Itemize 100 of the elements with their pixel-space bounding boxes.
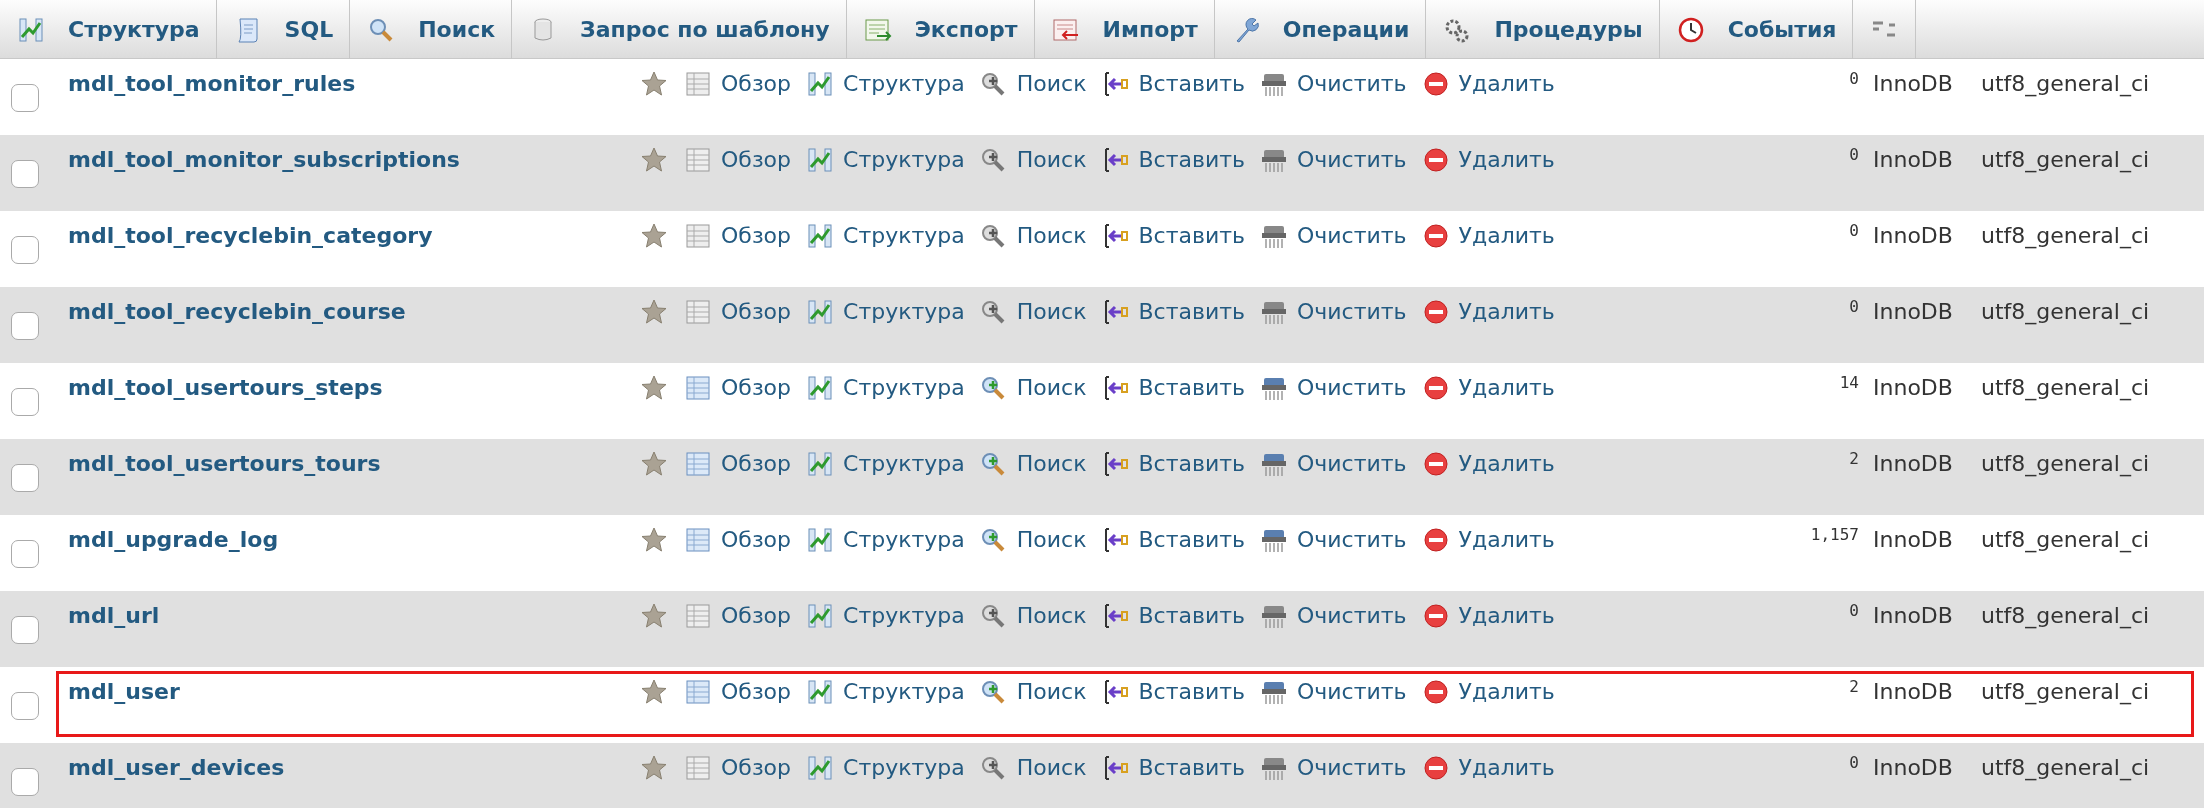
action-link[interactable]: Очистить: [1258, 447, 1407, 480]
row-count: 0: [1848, 220, 1859, 242]
row-checkbox[interactable]: [11, 160, 39, 188]
table-name-link[interactable]: mdl_url: [68, 599, 639, 632]
table-name-link[interactable]: mdl_user_devices: [68, 751, 639, 784]
action-link[interactable]: Очистить: [1258, 295, 1407, 328]
collation-text: utf8_general_ci: [1981, 678, 2150, 707]
action-link[interactable]: Вставить: [1100, 143, 1245, 176]
collation-text: utf8_general_ci: [1981, 298, 2150, 327]
action-link[interactable]: Поиск: [978, 523, 1087, 556]
action-link[interactable]: Удалить: [1420, 371, 1555, 404]
action-link[interactable]: Удалить: [1420, 675, 1555, 708]
engine-text: InnoDB: [1872, 450, 1954, 478]
action-link[interactable]: Поиск: [978, 219, 1087, 252]
action-link[interactable]: Удалить: [1420, 447, 1555, 480]
action-link[interactable]: Очистить: [1258, 751, 1407, 784]
collation-text: utf8_general_ci: [1981, 526, 2150, 555]
action-link[interactable]: Очистить: [1258, 67, 1407, 100]
row-checkbox[interactable]: [11, 692, 39, 720]
action-link[interactable]: Поиск: [978, 675, 1087, 708]
action-link[interactable]: Поиск: [978, 67, 1087, 100]
action-link[interactable]: Вставить: [1100, 447, 1245, 480]
action-link[interactable]: Удалить: [1420, 143, 1555, 176]
row-count: 0: [1848, 68, 1859, 90]
action-link[interactable]: Обзор: [683, 751, 791, 784]
action-link[interactable]: Поиск: [978, 751, 1087, 784]
action-link[interactable]: Структура: [805, 219, 965, 252]
action-link[interactable]: Обзор: [683, 143, 791, 176]
action-link[interactable]: Удалить: [1420, 523, 1555, 556]
table-name-link[interactable]: mdl_tool_monitor_rules: [68, 67, 639, 100]
action-link[interactable]: Структура: [805, 447, 965, 480]
table-name-link[interactable]: mdl_upgrade_log: [68, 523, 639, 556]
action-link[interactable]: Поиск: [978, 371, 1087, 404]
collation-text: utf8_general_ci: [1981, 146, 2150, 175]
action-link[interactable]: Структура: [805, 371, 965, 404]
action-link[interactable]: Удалить: [1420, 219, 1555, 252]
action-link[interactable]: Обзор: [683, 67, 791, 100]
action-link[interactable]: Обзор: [683, 675, 791, 708]
row-count: 0: [1848, 752, 1859, 774]
engine-text: InnoDB: [1872, 298, 1954, 326]
action-link[interactable]: Поиск: [978, 295, 1087, 328]
row-checkbox[interactable]: [11, 768, 39, 796]
action-link[interactable]: Обзор: [683, 219, 791, 252]
action-link[interactable]: Структура: [805, 675, 965, 708]
action-link[interactable]: Очистить: [1258, 523, 1407, 556]
row-checkbox[interactable]: [11, 84, 39, 112]
action-link[interactable]: Поиск: [978, 143, 1087, 176]
table-name-link[interactable]: mdl_user: [68, 675, 639, 708]
action-link[interactable]: Вставить: [1100, 751, 1245, 784]
table-name-link[interactable]: mdl_tool_usertours_tours: [68, 447, 639, 480]
engine-text: InnoDB: [1872, 602, 1954, 630]
row-count: 2: [1848, 676, 1859, 698]
action-link[interactable]: Структура: [805, 67, 965, 100]
row-count: 0: [1848, 296, 1859, 318]
table-name-link[interactable]: mdl_tool_usertours_steps: [68, 371, 639, 404]
collation-text: utf8_general_ci: [1981, 754, 2150, 783]
action-link[interactable]: Поиск: [978, 447, 1087, 480]
action-link[interactable]: Очистить: [1258, 219, 1407, 252]
action-link[interactable]: Удалить: [1420, 67, 1555, 100]
action-link[interactable]: Вставить: [1100, 599, 1245, 632]
action-link[interactable]: Вставить: [1100, 371, 1245, 404]
action-link[interactable]: Вставить: [1100, 523, 1245, 556]
row-count: 2: [1848, 448, 1859, 470]
collation-text: utf8_general_ci: [1981, 602, 2150, 631]
table-name-link[interactable]: mdl_tool_recyclebin_category: [68, 219, 639, 252]
row-checkbox[interactable]: [11, 236, 39, 264]
action-link[interactable]: Обзор: [683, 371, 791, 404]
action-link[interactable]: Поиск: [978, 599, 1087, 632]
action-link[interactable]: Структура: [805, 295, 965, 328]
row-checkbox[interactable]: [11, 464, 39, 492]
action-link[interactable]: Удалить: [1420, 599, 1555, 632]
row-count: 0: [1848, 144, 1859, 166]
row-count: 1,157: [1809, 524, 1859, 546]
action-link[interactable]: Вставить: [1100, 67, 1245, 100]
row-count: 14: [1838, 372, 1859, 394]
action-link[interactable]: Вставить: [1100, 295, 1245, 328]
action-link[interactable]: Очистить: [1258, 371, 1407, 404]
table-name-link[interactable]: mdl_tool_monitor_subscriptions: [68, 143, 639, 176]
action-link[interactable]: Очистить: [1258, 143, 1407, 176]
action-link[interactable]: Удалить: [1420, 295, 1555, 328]
action-link[interactable]: Вставить: [1100, 675, 1245, 708]
action-link[interactable]: Обзор: [683, 523, 791, 556]
action-link[interactable]: Обзор: [683, 447, 791, 480]
row-checkbox[interactable]: [11, 312, 39, 340]
action-link[interactable]: Обзор: [683, 295, 791, 328]
action-link[interactable]: Очистить: [1258, 675, 1407, 708]
action-link[interactable]: Структура: [805, 599, 965, 632]
row-checkbox[interactable]: [11, 388, 39, 416]
row-checkbox[interactable]: [11, 540, 39, 568]
action-link[interactable]: Структура: [805, 751, 965, 784]
action-link[interactable]: Структура: [805, 143, 965, 176]
engine-text: InnoDB: [1872, 222, 1954, 250]
collation-text: utf8_general_ci: [1981, 70, 2150, 99]
table-name-link[interactable]: mdl_tool_recyclebin_course: [68, 295, 639, 328]
action-link[interactable]: Удалить: [1420, 751, 1555, 784]
action-link[interactable]: Очистить: [1258, 599, 1407, 632]
action-link[interactable]: Структура: [805, 523, 965, 556]
action-link[interactable]: Вставить: [1100, 219, 1245, 252]
action-link[interactable]: Обзор: [683, 599, 791, 632]
row-checkbox[interactable]: [11, 616, 39, 644]
